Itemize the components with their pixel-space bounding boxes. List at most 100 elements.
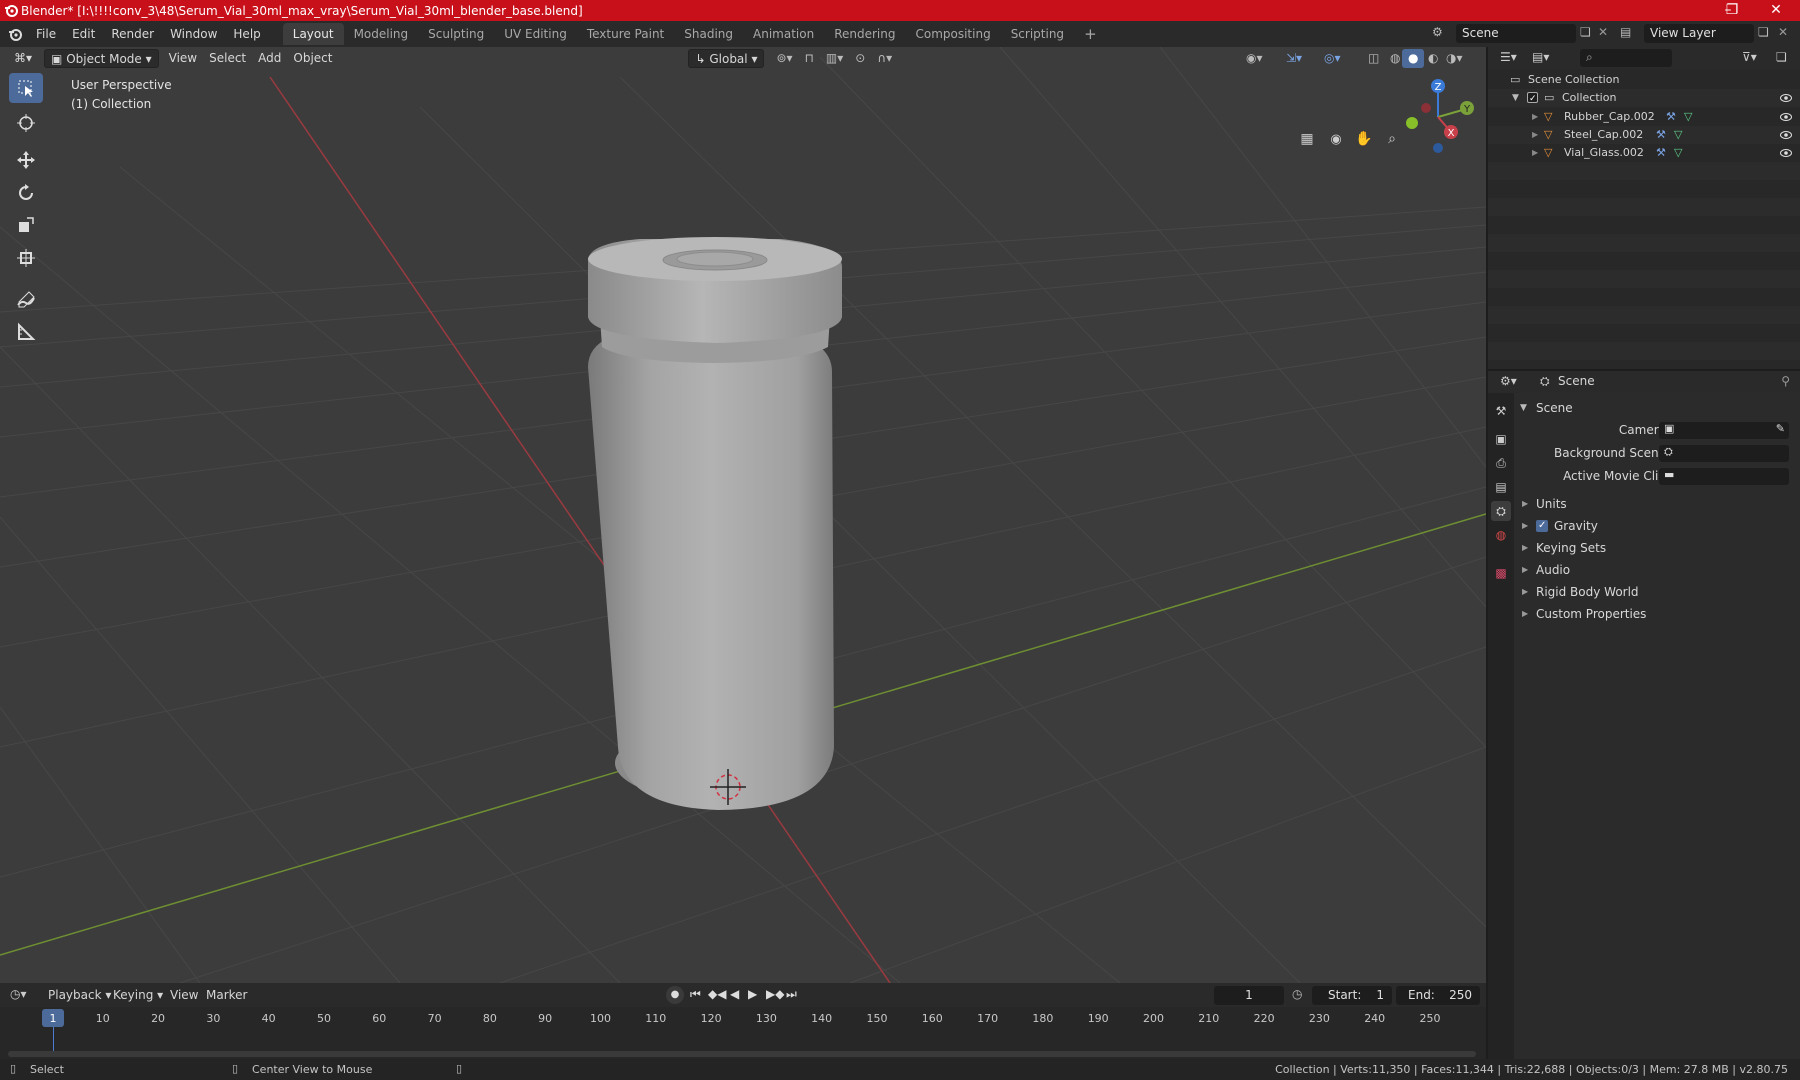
rotate-tool[interactable] (9, 178, 43, 208)
select-box-tool[interactable] (9, 73, 43, 103)
view-layer-icon[interactable]: ▤ (1620, 25, 1631, 39)
stopwatch-icon[interactable]: ◷ (1292, 987, 1302, 1001)
outliner-row-collection[interactable]: ▼ ✓ ▭ Collection (1488, 89, 1800, 107)
measure-tool[interactable] (9, 317, 43, 347)
menu-render[interactable]: Render (103, 23, 162, 45)
close-window-button[interactable]: ✕ (1754, 0, 1798, 21)
new-view-layer-icon[interactable]: ❏ (1758, 25, 1769, 39)
jump-start-button[interactable]: ⏮ (690, 987, 701, 1002)
snap-target-icon[interactable]: ▥▾ (820, 49, 849, 68)
modifier-wrench-icon[interactable]: ⚒ (1666, 108, 1676, 126)
menu-window[interactable]: Window (162, 23, 225, 45)
custom-properties-subpanel[interactable]: ▶ Custom Properties (1514, 603, 1800, 625)
mesh-data-icon[interactable]: ▽ (1674, 126, 1682, 144)
orientation-dropdown[interactable]: ↳ Global ▾ (688, 49, 765, 68)
texture-tab[interactable]: ▩ (1491, 563, 1511, 583)
snap-icon[interactable]: ⊓ (799, 49, 820, 68)
tab-sculpting[interactable]: Sculpting (418, 23, 494, 45)
editor-type-icon[interactable]: ⌘▾ (8, 49, 38, 68)
toggle-grid-view-button[interactable]: ▦ (1295, 127, 1319, 151)
expand-arrow-icon[interactable]: ▶ (1532, 108, 1538, 126)
active-movie-clip-field[interactable]: ▬ (1659, 468, 1789, 485)
menu-marker[interactable]: Marker (206, 988, 247, 1002)
blender-menu-icon[interactable] (8, 27, 22, 41)
keying-sets-subpanel[interactable]: ▶ Keying Sets (1514, 537, 1800, 559)
outliner-row-object[interactable]: ▶ ▽ Vial_Glass.002 ⚒ ▽ (1488, 144, 1800, 162)
cursor-tool[interactable] (9, 108, 43, 138)
play-button[interactable]: ▶ (748, 987, 757, 1001)
record-button[interactable]: ● (666, 986, 684, 1004)
annotate-tool[interactable] (9, 285, 43, 315)
tab-animation[interactable]: Animation (743, 23, 824, 45)
jump-keyframe-back-button[interactable]: ◆◀ (708, 987, 726, 1001)
xray-icon[interactable]: ◫ (1362, 49, 1385, 68)
menu-timeline-view[interactable]: View (170, 988, 198, 1002)
jump-keyframe-forward-button[interactable]: ▶◆ (766, 987, 784, 1001)
outliner-search-input[interactable]: ⌕ (1580, 49, 1672, 67)
scene-field[interactable]: Scene (1456, 24, 1576, 43)
scene-selector-icon[interactable]: ⚙ (1432, 25, 1443, 39)
maximize-button[interactable]: ❐ (1710, 0, 1754, 21)
background-scene-field[interactable]: ⛭ (1659, 445, 1789, 462)
eyedropper-icon[interactable]: ✎ (1776, 422, 1785, 435)
tab-scripting[interactable]: Scripting (1001, 23, 1074, 45)
jump-end-button[interactable]: ⏭ (786, 987, 797, 1002)
modifier-wrench-icon[interactable]: ⚒ (1656, 126, 1666, 144)
filter-icon[interactable]: ⊽▾ (1742, 50, 1757, 64)
visibility-icon[interactable]: ◉▾ (1240, 49, 1269, 68)
render-tab[interactable]: ▣ (1491, 429, 1511, 449)
menu-add[interactable]: Add (252, 49, 287, 68)
proportional-edit-icon[interactable]: ⊙ (849, 49, 871, 68)
scene-panel-header[interactable]: ▼ Scene (1514, 397, 1800, 419)
mesh-data-icon[interactable]: ▽ (1684, 108, 1692, 126)
tab-modeling[interactable]: Modeling (344, 23, 419, 45)
outliner-editor-icon[interactable]: ☰▾ (1500, 50, 1517, 64)
expand-arrow-icon[interactable]: ▶ (1532, 144, 1538, 162)
eye-icon[interactable] (1780, 129, 1792, 141)
mesh-data-icon[interactable]: ▽ (1674, 144, 1682, 162)
collapse-arrow-icon[interactable]: ▼ (1512, 89, 1519, 107)
move-tool[interactable] (9, 145, 43, 175)
new-scene-icon[interactable]: ❏ (1580, 25, 1591, 39)
pin-icon[interactable]: ⚲ (1781, 374, 1790, 388)
menu-select[interactable]: Select (203, 49, 252, 68)
audio-subpanel[interactable]: ▶ Audio (1514, 559, 1800, 581)
menu-object[interactable]: Object (287, 49, 338, 68)
world-tab[interactable]: ◍ (1491, 525, 1511, 545)
outliner-row-scene-collection[interactable]: ▭ Scene Collection (1488, 71, 1800, 89)
tab-uv-editing[interactable]: UV Editing (494, 23, 577, 45)
add-workspace-button[interactable]: + (1074, 23, 1107, 45)
menu-keying[interactable]: Keying ▾ (113, 988, 163, 1002)
end-frame-field[interactable]: End: 250 (1396, 986, 1480, 1005)
rigid-body-world-subpanel[interactable]: ▶ Rigid Body World (1514, 581, 1800, 603)
menu-help[interactable]: Help (225, 23, 268, 45)
camera-field[interactable]: ▣ ✎ (1659, 422, 1789, 439)
tab-shading[interactable]: Shading (674, 23, 743, 45)
view-layer-tab[interactable]: ▤ (1491, 477, 1511, 497)
collection-checkbox[interactable]: ✓ (1527, 92, 1538, 104)
camera-view-button[interactable]: ◉ (1324, 127, 1348, 151)
timeline-scrollbar[interactable] (8, 1051, 1476, 1057)
scene-tab[interactable]: ⛭ (1491, 501, 1511, 521)
current-frame-field[interactable]: 1 (1214, 986, 1284, 1005)
output-tab[interactable]: ⎙ (1491, 453, 1511, 473)
menu-view[interactable]: View (163, 49, 203, 68)
overlay-toggle-icon[interactable]: ◎▾ (1318, 49, 1347, 68)
menu-playback[interactable]: Playback ▾ (48, 988, 111, 1002)
delete-scene-icon[interactable]: ✕ (1598, 25, 1608, 39)
view-layer-field[interactable]: View Layer (1644, 24, 1754, 43)
units-subpanel[interactable]: ▶ Units (1514, 493, 1800, 515)
outliner-row-object[interactable]: ▶ ▽ Rubber_Cap.002 ⚒ ▽ (1488, 108, 1800, 126)
scale-tool[interactable] (9, 210, 43, 240)
tool-tab[interactable]: ⚒ (1491, 401, 1511, 421)
rendered-shading-icon[interactable]: ◑▾ (1440, 49, 1469, 68)
menu-file[interactable]: File (28, 23, 64, 45)
mode-dropdown[interactable]: ▣ Object Mode ▾ (44, 49, 159, 68)
display-mode-icon[interactable]: ▤▾ (1532, 50, 1549, 64)
gizmo-toggle-icon[interactable]: ⇲▾ (1280, 49, 1308, 68)
gravity-subpanel[interactable]: ▶ ✓ Gravity (1514, 515, 1800, 537)
tab-rendering[interactable]: Rendering (824, 23, 905, 45)
timeline-editor-icon[interactable]: ◷▾ (10, 987, 27, 1001)
properties-editor-icon[interactable]: ⚙▾ (1500, 374, 1517, 388)
navigation-gizmo[interactable]: Z Y X (1398, 77, 1478, 157)
